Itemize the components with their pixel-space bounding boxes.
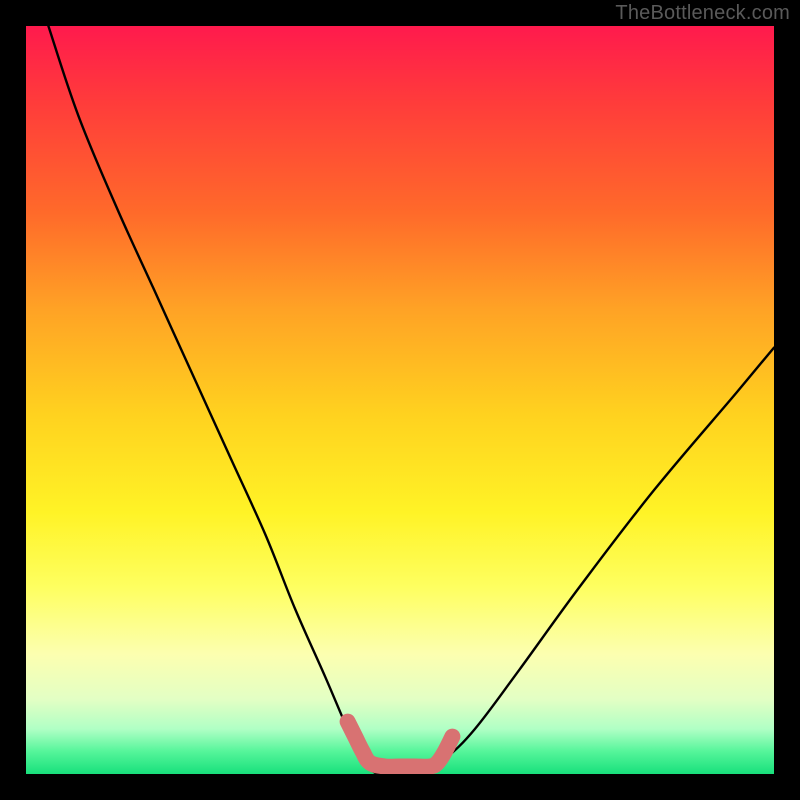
plot-area — [26, 26, 774, 774]
chart-frame: TheBottleneck.com — [0, 0, 800, 800]
attribution-label: TheBottleneck.com — [615, 2, 790, 25]
chart-svg — [26, 26, 774, 774]
optimal-zone-marker-path — [348, 722, 453, 767]
bottleneck-curve-path — [48, 26, 774, 774]
